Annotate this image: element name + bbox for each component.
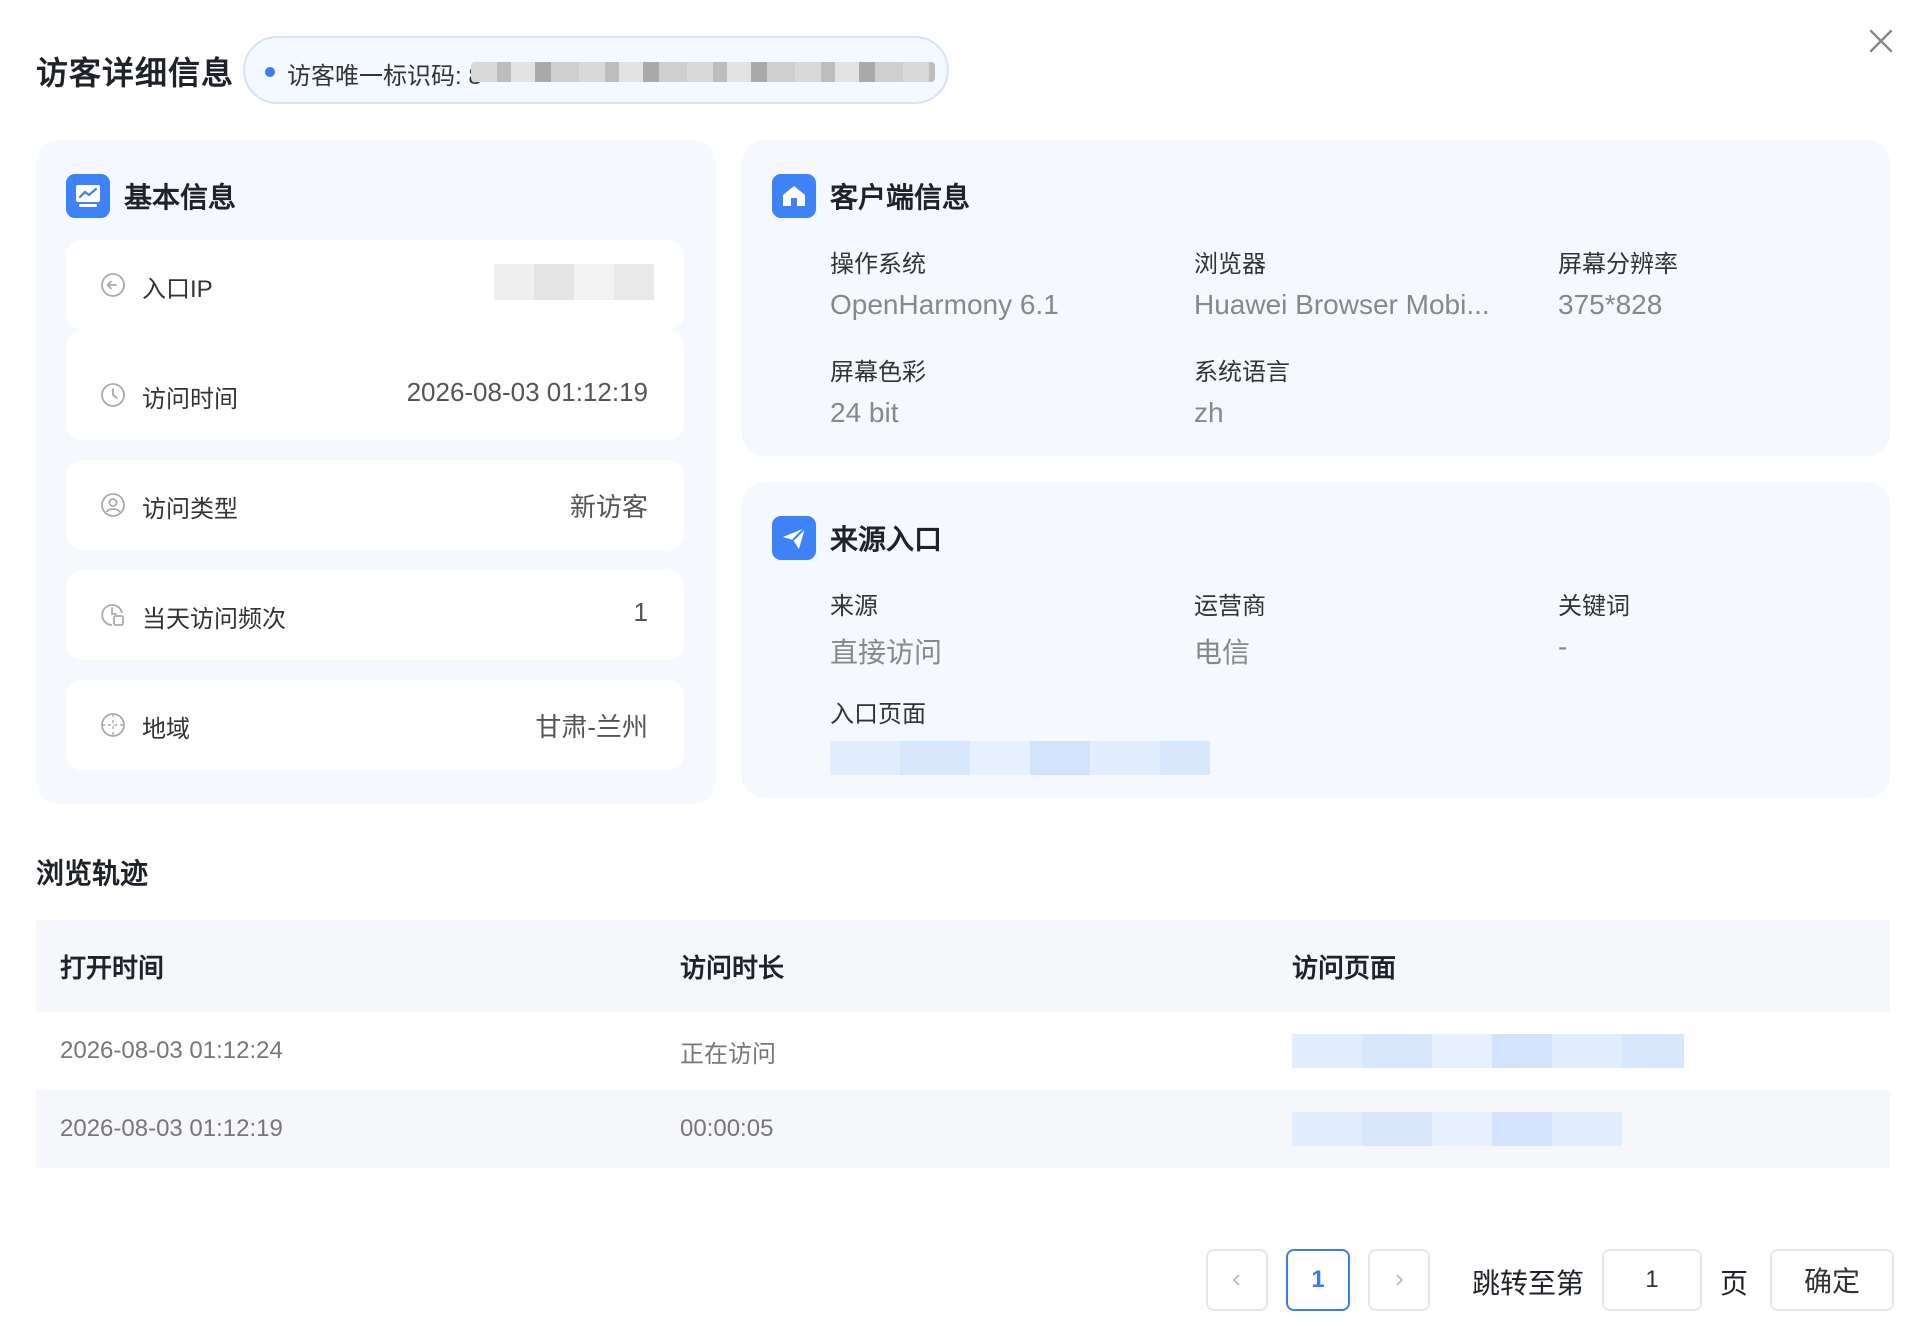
field-value: zh <box>1194 397 1224 428</box>
info-row-label: 地域 <box>142 716 190 743</box>
info-row-daily-frequency: 当天访问频次 1 <box>66 570 684 660</box>
home-icon <box>772 174 816 218</box>
info-row-value: 1 <box>633 597 648 627</box>
user-circle-icon <box>101 493 125 517</box>
open-time-cell: 2026-08-03 01:12:24 <box>60 1037 283 1064</box>
info-row-region: 地域 甘肃-兰州 <box>66 680 684 770</box>
field-label: 入口页面 <box>830 701 926 728</box>
column-header: 访问页面 <box>1292 952 1397 983</box>
clock-icon <box>101 383 125 407</box>
info-row-value: 新访客 <box>569 492 648 522</box>
field-label: 操作系统 <box>830 251 926 278</box>
field-label: 系统语言 <box>1194 359 1290 386</box>
jump-page-input[interactable]: 1 <box>1602 1249 1702 1311</box>
source-entry-panel: 来源入口 来源 直接访问 运营商 电信 关键词 - 入口页面 <box>742 482 1890 798</box>
field-value: OpenHarmony 6.1 <box>830 289 1059 320</box>
client-info-title: 客户端信息 <box>830 182 971 213</box>
info-row-label: 当天访问频次 <box>142 606 286 633</box>
field-os: 操作系统 OpenHarmony 6.1 <box>830 244 1160 321</box>
status-dot <box>265 67 275 77</box>
field-language: 系统语言 zh <box>1194 352 1524 429</box>
field-value: 24 bit <box>830 397 899 428</box>
field-value: 电信 <box>1194 637 1251 668</box>
browse-track-table: 打开时间 访问时长 访问页面 2026-08-03 01:12:24 正在访问 … <box>36 920 1890 1168</box>
field-entry-page: 入口页面 <box>830 694 1250 775</box>
column-header: 访问时长 <box>680 952 785 983</box>
entry-page-redacted <box>830 741 1210 775</box>
info-row-visit-time: 访问时间 2026-08-03 01:12:19 <box>66 350 684 440</box>
open-time-cell: 2026-08-03 01:12:19 <box>60 1115 283 1142</box>
page-cell <box>1292 1090 1622 1168</box>
duration-cell: 正在访问 <box>680 1040 776 1068</box>
field-source: 来源 直接访问 <box>830 586 1160 671</box>
visitor-id-label: 访客唯一标识码: 8 <box>287 63 482 90</box>
page-cell <box>1292 1012 1684 1090</box>
visitor-id-redacted <box>471 62 935 82</box>
table-header: 打开时间 访问时长 访问页面 <box>36 920 1890 1012</box>
source-entry-title: 来源入口 <box>830 524 943 555</box>
visitor-id-badge: 访客唯一标识码: 8 <box>243 36 949 104</box>
field-value: 375*828 <box>1558 289 1663 320</box>
table-row: 2026-08-03 01:12:24 正在访问 <box>36 1012 1890 1090</box>
info-row-label: 访问类型 <box>142 496 238 523</box>
field-value: 直接访问 <box>830 637 943 668</box>
field-label: 屏幕色彩 <box>830 359 926 386</box>
page-number-button[interactable]: 1 <box>1286 1249 1350 1311</box>
info-row-value: 甘肃-兰州 <box>535 712 648 742</box>
paper-plane-icon <box>772 516 816 560</box>
table-row: 2026-08-03 01:12:19 00:00:05 <box>36 1090 1890 1168</box>
page-redacted <box>1292 1112 1622 1146</box>
next-page-button[interactable] <box>1368 1249 1430 1311</box>
column-header: 打开时间 <box>60 952 165 983</box>
calendar-clock-icon <box>101 604 124 626</box>
chevron-left-icon <box>1232 1274 1240 1286</box>
field-label: 屏幕分辨率 <box>1558 251 1678 278</box>
info-row-label: 访问时间 <box>142 386 238 413</box>
duration-cell: 00:00:05 <box>680 1115 774 1142</box>
info-row-value: 2026-08-03 01:12:19 <box>406 377 648 407</box>
jump-to-label: 跳转至第 <box>1472 1268 1585 1299</box>
prev-page-button[interactable] <box>1206 1249 1268 1311</box>
field-color-depth: 屏幕色彩 24 bit <box>830 352 1160 429</box>
close-button[interactable] <box>1866 26 1896 56</box>
field-value: Huawei Browser Mobi... <box>1194 289 1490 320</box>
confirm-button[interactable]: 确定 <box>1770 1249 1894 1311</box>
field-label: 浏览器 <box>1194 251 1266 278</box>
page-suffix-label: 页 <box>1720 1268 1749 1299</box>
browse-track-title: 浏览轨迹 <box>36 858 149 889</box>
globe-icon <box>101 713 125 737</box>
page-redacted <box>1292 1034 1684 1068</box>
info-row-visit-type: 访问类型 新访客 <box>66 460 684 550</box>
dialog-title: 访客详细信息 <box>36 55 235 91</box>
field-resolution: 屏幕分辨率 375*828 <box>1558 244 1858 321</box>
field-browser: 浏览器 Huawei Browser Mobi... <box>1194 244 1524 321</box>
field-carrier: 运营商 电信 <box>1194 586 1524 671</box>
field-value: - <box>1558 631 1568 662</box>
field-label: 关键词 <box>1558 593 1630 620</box>
field-label: 运营商 <box>1194 593 1266 620</box>
field-label: 来源 <box>830 593 878 620</box>
field-keyword: 关键词 - <box>1558 586 1858 663</box>
basic-info-rows: 访问时间 2026-08-03 01:12:19 访问类型 新访客 当天访问频次… <box>36 140 716 804</box>
client-info-panel: 客户端信息 操作系统 OpenHarmony 6.1 浏览器 Huawei Br… <box>742 140 1890 456</box>
close-icon <box>1869 29 1893 53</box>
chevron-right-icon <box>1396 1274 1404 1286</box>
